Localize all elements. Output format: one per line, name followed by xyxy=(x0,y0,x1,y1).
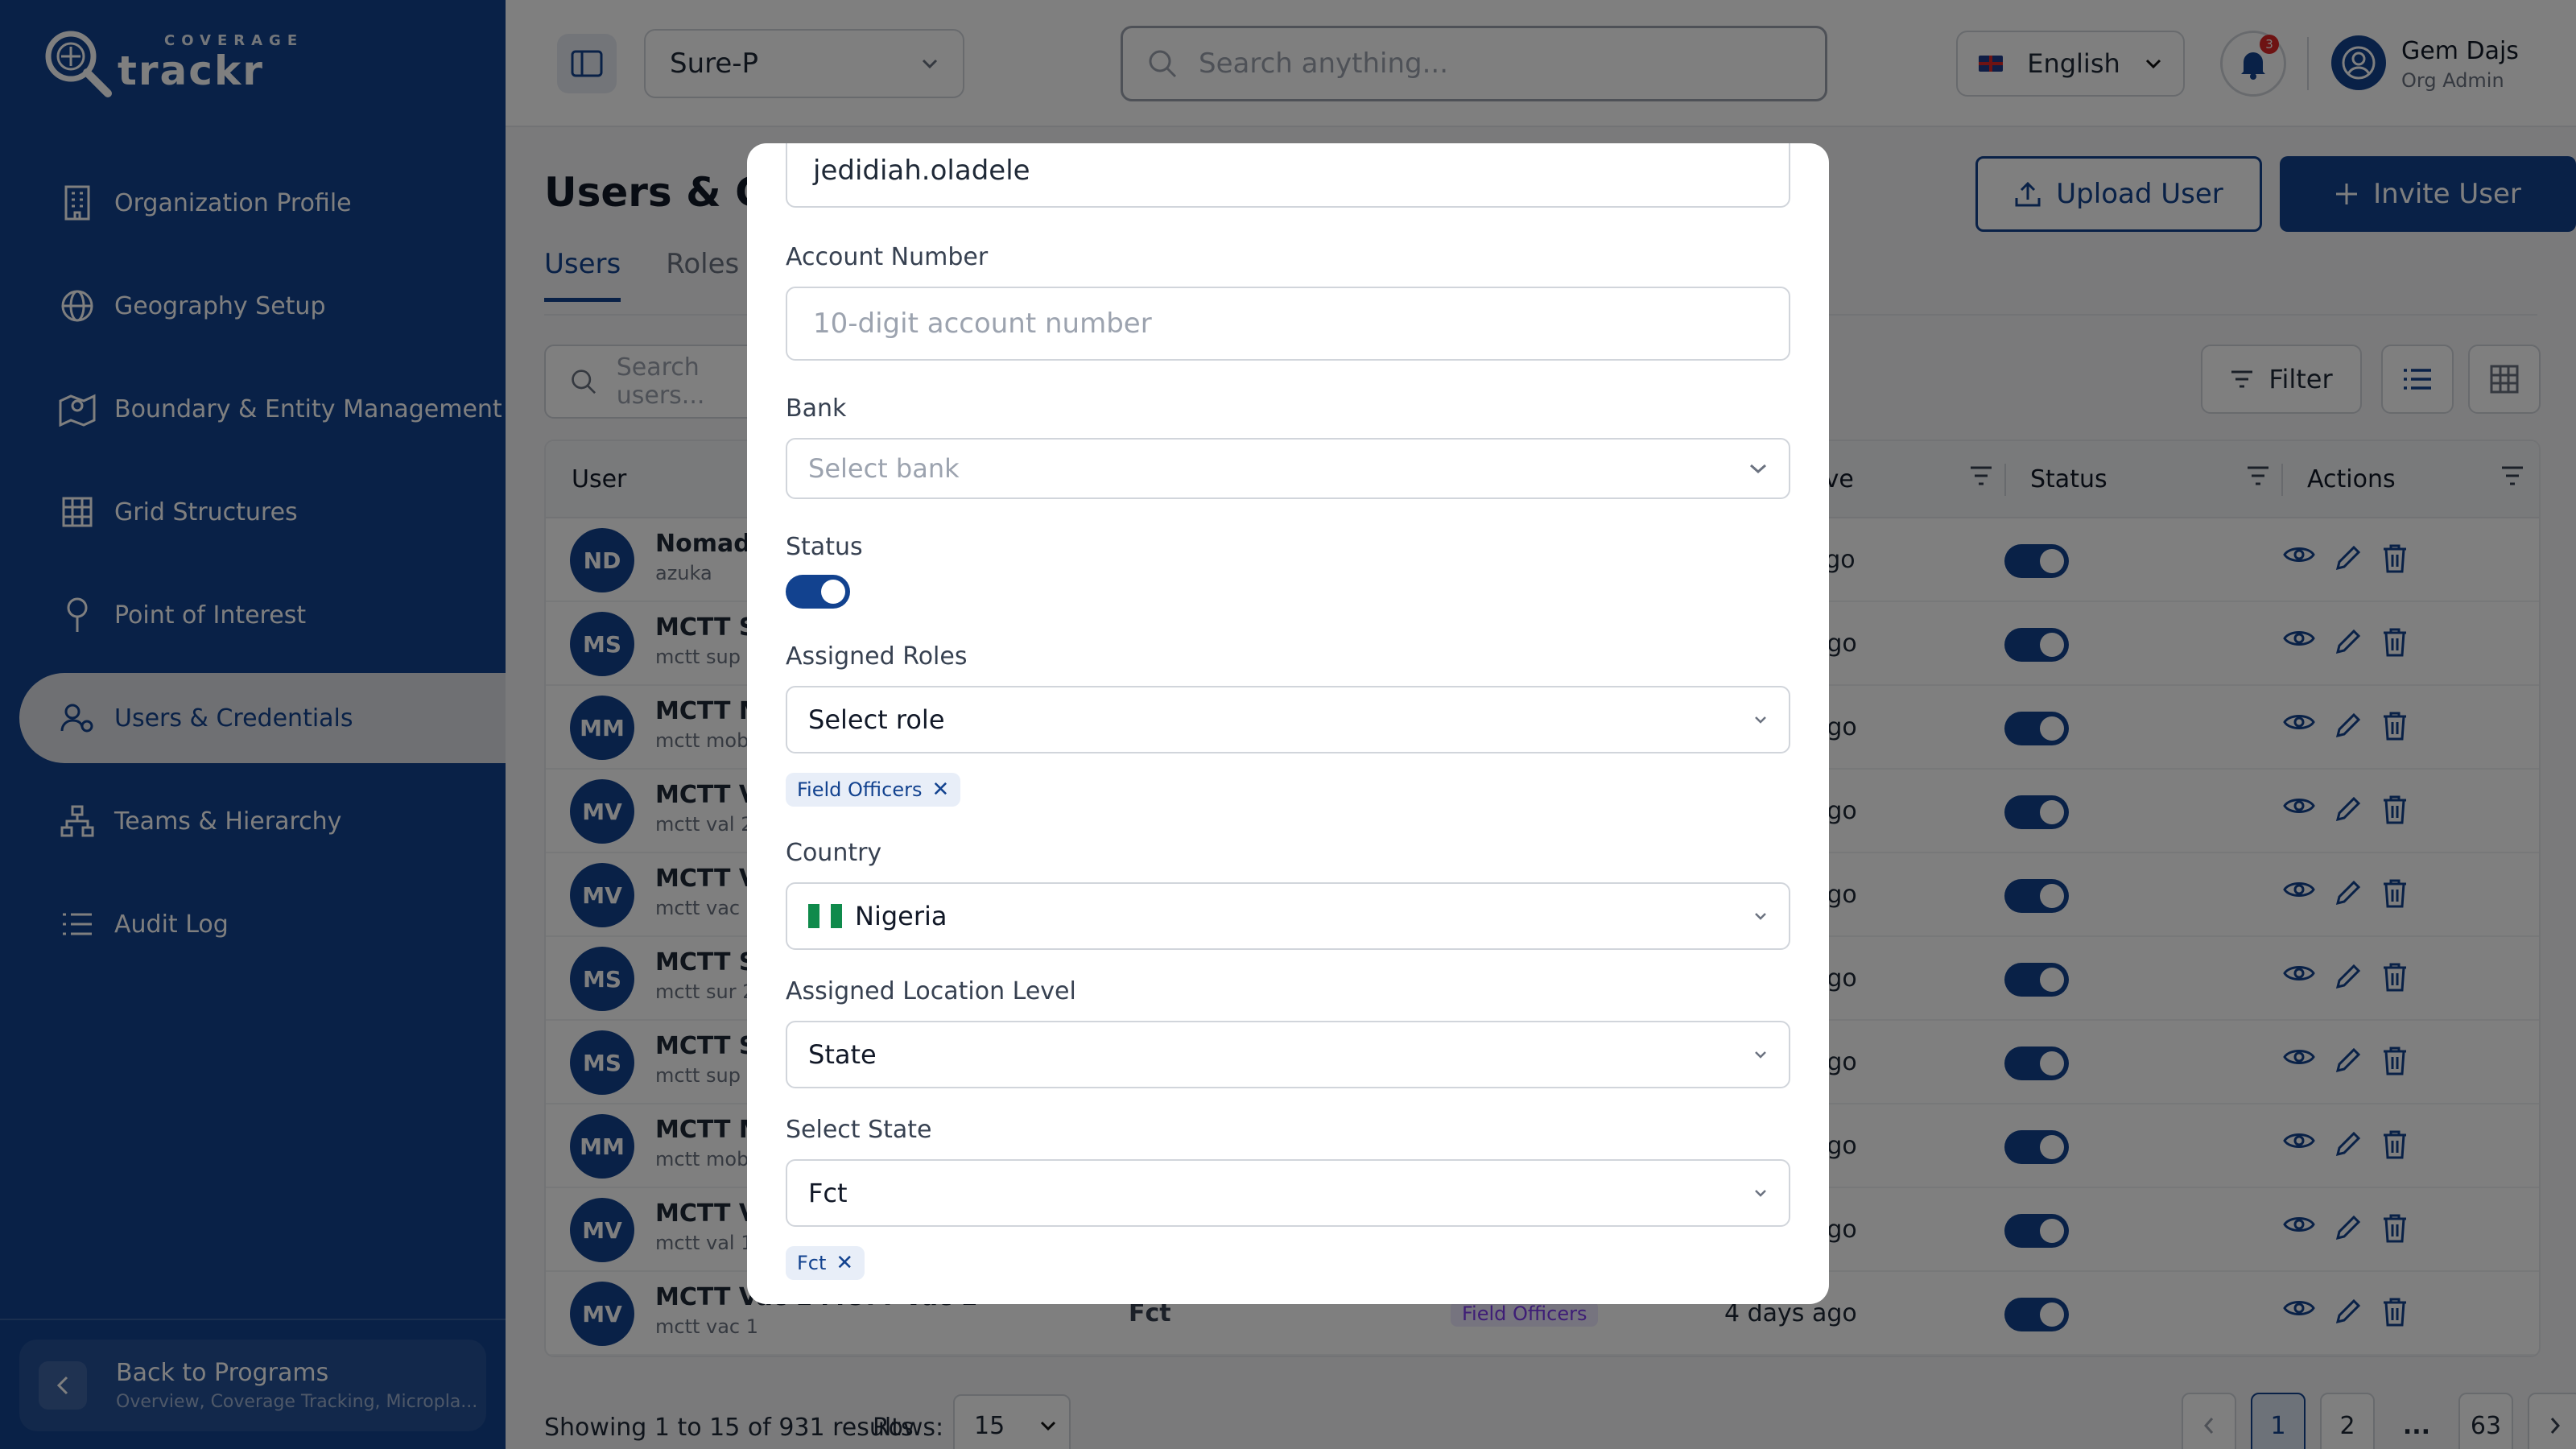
role-select[interactable]: Select role xyxy=(786,686,1790,753)
state-select[interactable]: Fct xyxy=(786,1159,1790,1227)
chevron-down-icon xyxy=(1755,1051,1766,1059)
role-chip-label: Field Officers xyxy=(797,778,923,801)
state-field[interactable]: Fct xyxy=(786,1159,1790,1227)
username-field[interactable]: jedidiah.oladele xyxy=(786,143,1790,208)
status-toggle[interactable] xyxy=(786,575,850,609)
role-chip: Field Officers ✕ xyxy=(786,773,961,807)
username-input[interactable]: jedidiah.oladele xyxy=(786,143,1790,208)
account-number-field[interactable]: 10-digit account number xyxy=(786,287,1790,361)
state-chip-label: Fct xyxy=(797,1252,827,1274)
bank-select-placeholder: Select bank xyxy=(808,453,960,484)
country-field[interactable]: Nigeria xyxy=(786,882,1790,950)
bank-label: Bank xyxy=(786,394,847,423)
chevron-down-icon xyxy=(1750,464,1766,474)
chevron-down-icon xyxy=(1755,716,1766,724)
status-label: Status xyxy=(786,533,863,561)
state-chip: Fct ✕ xyxy=(786,1246,865,1280)
location-level-value: State xyxy=(808,1039,877,1070)
bank-field[interactable]: Select bank xyxy=(786,438,1790,499)
bank-select[interactable]: Select bank xyxy=(786,438,1790,499)
account-number-label: Account Number xyxy=(786,243,989,271)
country-select-value: Nigeria xyxy=(855,901,947,931)
remove-chip-icon[interactable]: ✕ xyxy=(836,1251,853,1275)
state-select-value: Fct xyxy=(808,1178,848,1208)
location-level-select[interactable]: State xyxy=(786,1021,1790,1088)
location-level-label: Assigned Location Level xyxy=(786,977,1076,1005)
edit-user-modal: jedidiah.oladele Account Number 10-digit… xyxy=(747,143,1829,1304)
chevron-down-icon xyxy=(1755,1190,1766,1197)
country-label: Country xyxy=(786,839,882,867)
country-select[interactable]: Nigeria xyxy=(786,882,1790,950)
chevron-down-icon xyxy=(1755,913,1766,920)
role-select-placeholder: Select role xyxy=(808,704,945,735)
nigeria-flag-icon xyxy=(808,904,842,928)
select-state-label: Select State xyxy=(786,1116,932,1144)
location-level-field[interactable]: State xyxy=(786,1021,1790,1088)
account-number-input[interactable]: 10-digit account number xyxy=(786,287,1790,361)
assigned-roles-label: Assigned Roles xyxy=(786,642,968,671)
remove-chip-icon[interactable]: ✕ xyxy=(931,778,949,802)
assigned-roles-field[interactable]: Select role xyxy=(786,686,1790,753)
